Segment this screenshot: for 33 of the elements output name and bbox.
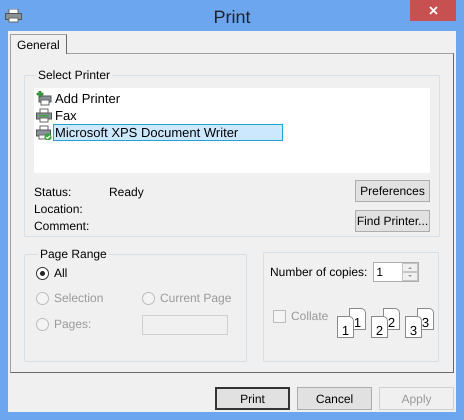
copies-spinner[interactable]: 1 (373, 262, 420, 282)
printer-list[interactable]: Add Printer Fax Microsoft XPS Document Writer (34, 88, 430, 173)
printer-item[interactable]: Microsoft XPS Document Writer (53, 124, 283, 141)
dialog-button[interactable]: Find Printer... (355, 210, 430, 232)
radio-label: Pages: (54, 316, 92, 333)
close-icon (428, 6, 438, 15)
field-label: Number of copies: (270, 264, 368, 281)
printer-check-icon (36, 125, 52, 140)
radio-button[interactable] (36, 266, 49, 280)
group-title: Select Printer (37, 67, 112, 84)
radio-label: Current Page (160, 290, 232, 307)
dialog-button[interactable]: Cancel (297, 387, 372, 410)
radio-label: Selection (54, 290, 104, 307)
tab[interactable]: General (10, 34, 67, 54)
checkbox-label: Collate (291, 308, 328, 325)
page-sheet: 1 (337, 316, 354, 338)
window-title: Print (212, 6, 252, 29)
printer-item[interactable]: Add Printer (53, 90, 122, 107)
page-sheet: 2 (371, 316, 388, 338)
printer-icon (36, 108, 52, 123)
printer-icon[interactable] (5, 8, 22, 22)
group-title: Page Range (39, 246, 108, 263)
info-label: Comment: (34, 218, 90, 234)
printer-item[interactable]: Fax (53, 107, 78, 124)
page-sheet: 3 (405, 316, 422, 338)
dialog-button[interactable]: Print (215, 387, 290, 410)
add-printer-icon (36, 91, 52, 106)
radio-label: All (54, 265, 68, 282)
close-button[interactable] (410, 0, 456, 21)
info-value: Ready (109, 184, 144, 200)
info-label: Status: (34, 184, 72, 200)
dialog-button[interactable]: Preferences (355, 180, 430, 202)
info-label: Location: (34, 201, 84, 217)
